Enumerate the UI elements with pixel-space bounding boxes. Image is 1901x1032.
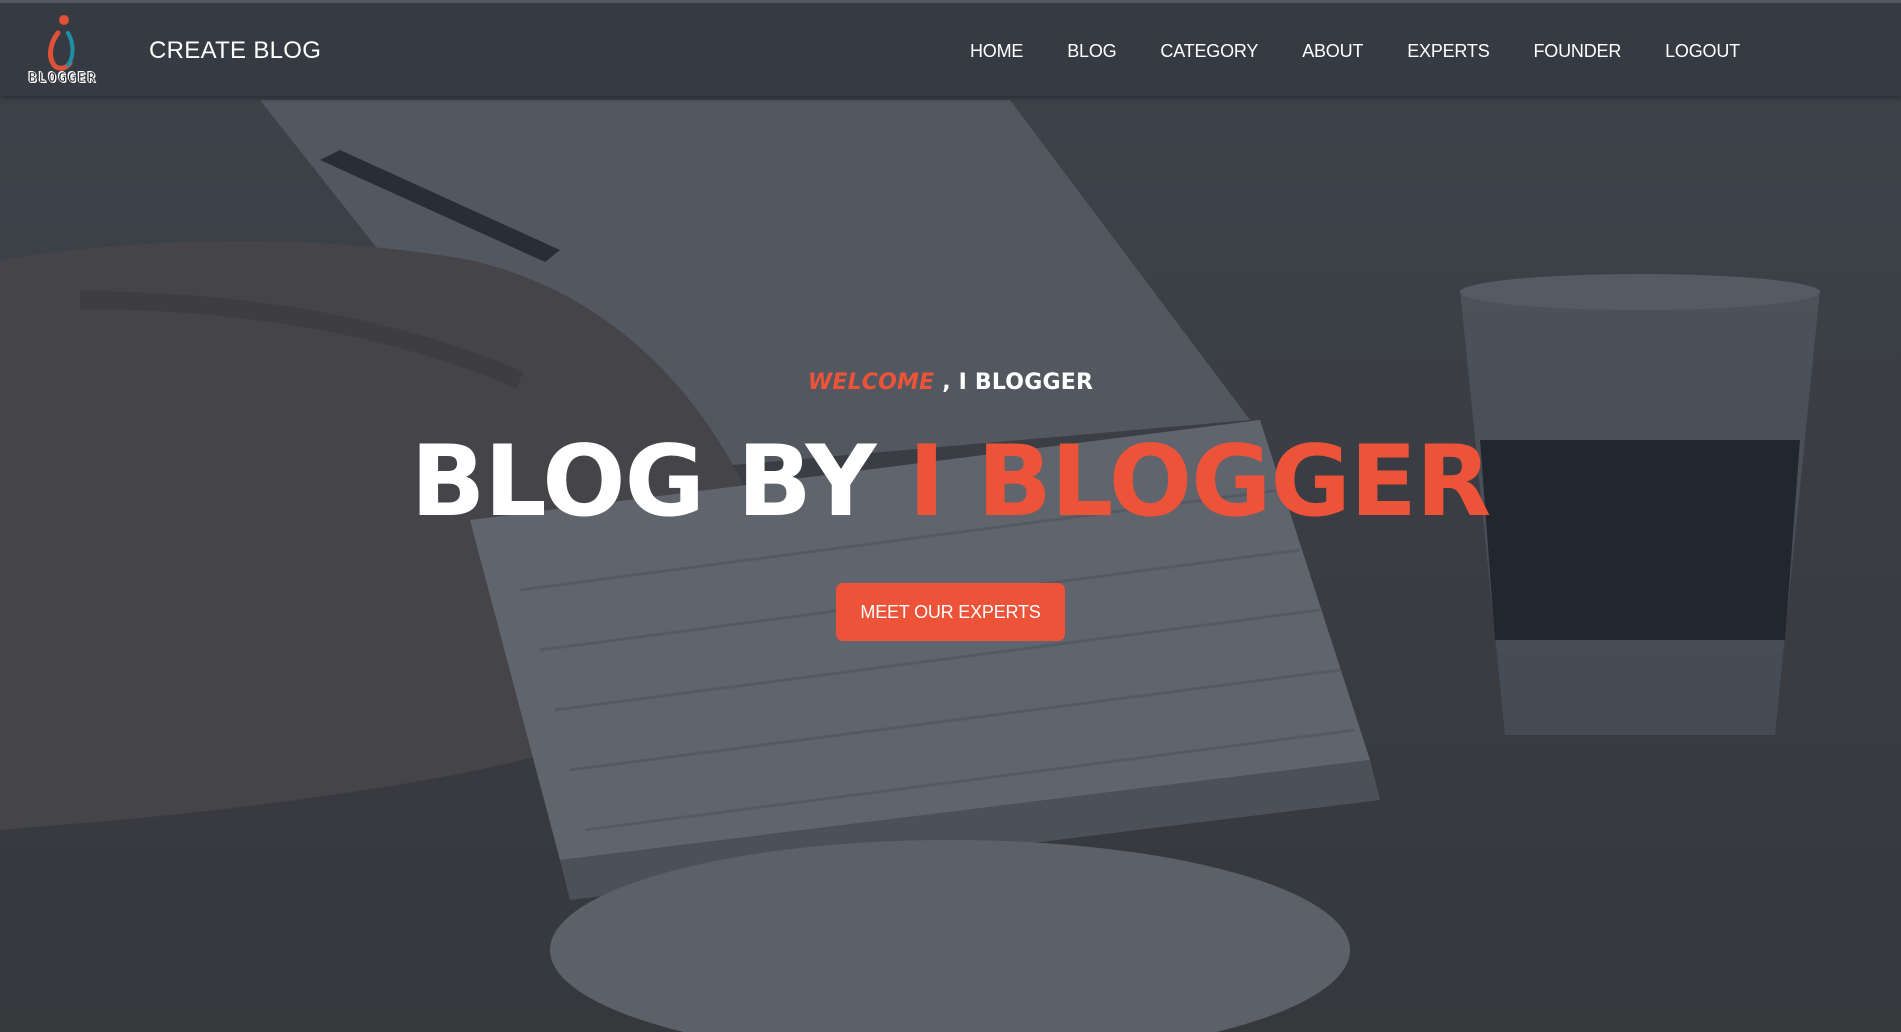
nav-experts[interactable]: EXPERTS <box>1385 41 1511 62</box>
create-blog-link[interactable]: CREATE BLOG <box>149 37 321 65</box>
hero-content: WELCOME , I BLOGGER BLOG BY I BLOGGER ME… <box>0 370 1901 641</box>
welcome-line: WELCOME , I BLOGGER <box>0 370 1901 395</box>
main-nav: HOME BLOG CATEGORY ABOUT EXPERTS FOUNDER… <box>948 41 1762 62</box>
nav-about[interactable]: ABOUT <box>1280 41 1385 62</box>
site-logo[interactable]: BLOGGER <box>18 13 106 91</box>
welcome-rest: , I BLOGGER <box>934 370 1094 395</box>
nav-founder[interactable]: FOUNDER <box>1512 41 1644 62</box>
logo-text: BLOGGER <box>28 71 98 87</box>
headline-accent: I BLOGGER <box>908 425 1492 539</box>
nav-logout[interactable]: LOGOUT <box>1643 41 1762 62</box>
nav-category[interactable]: CATEGORY <box>1138 41 1280 62</box>
navbar: BLOGGER CREATE BLOG HOME BLOG CATEGORY A… <box>0 0 1901 96</box>
headline-main: BLOG BY <box>410 425 909 539</box>
logo-i-icon <box>48 15 75 71</box>
meet-our-experts-button[interactable]: MEET OUR EXPERTS <box>836 583 1065 641</box>
nav-blog[interactable]: BLOG <box>1045 41 1138 62</box>
hero-headline: BLOG BY I BLOGGER <box>0 433 1901 531</box>
nav-home[interactable]: HOME <box>948 41 1045 62</box>
page: BLOGGER CREATE BLOG HOME BLOG CATEGORY A… <box>0 0 1901 1032</box>
welcome-accent: WELCOME <box>807 370 935 395</box>
